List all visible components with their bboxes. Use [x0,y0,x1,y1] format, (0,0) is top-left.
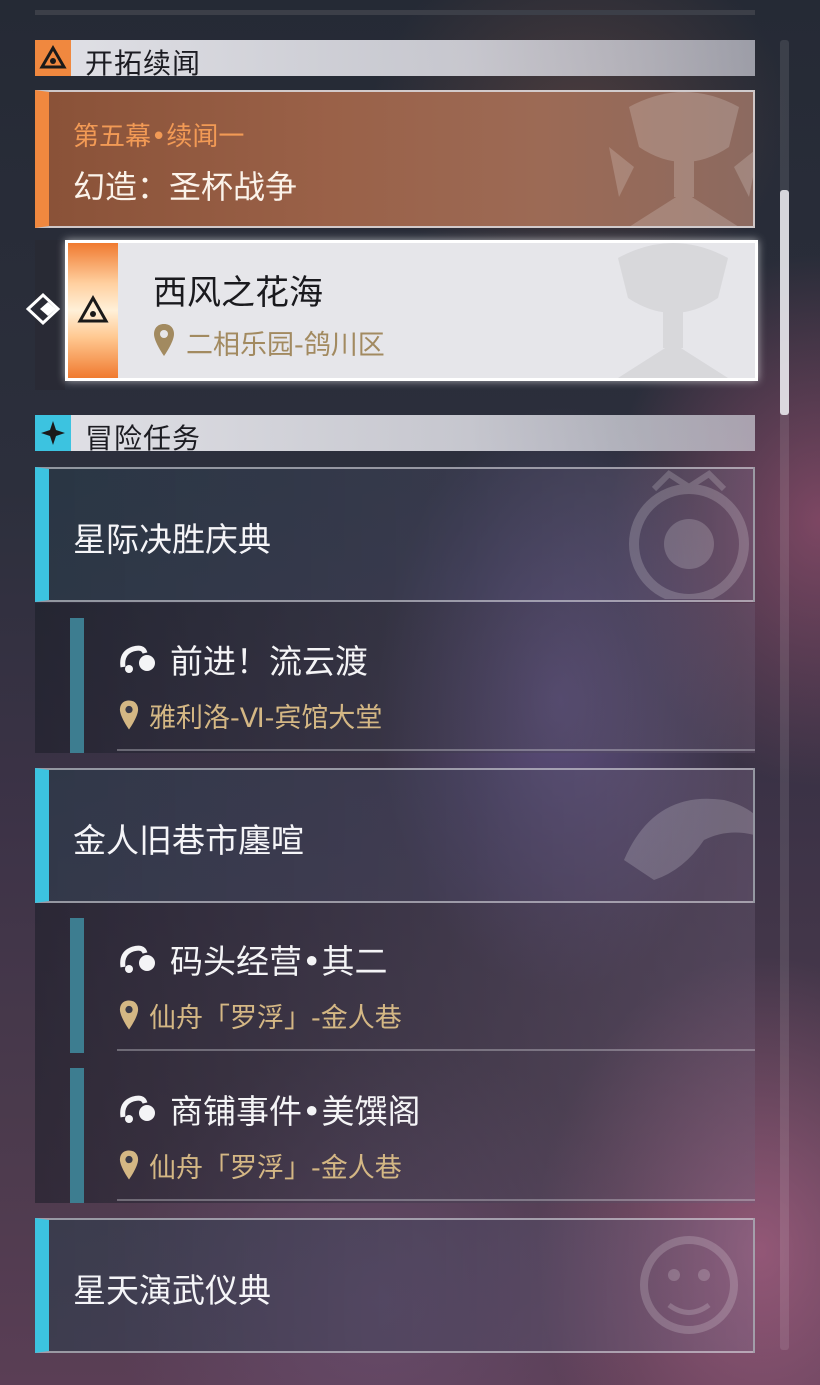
quest-sub-item[interactable]: 商铺事件•美馔阁 仙舟「罗浮」-金人巷 [35,1053,755,1203]
quest-sub-item[interactable]: 前进！流云渡 雅利洛-Ⅵ-宾馆大堂 [35,603,755,753]
chapter-label: 第五幕•续闻一 [73,122,245,152]
quest-title: 码头经营•其二 [170,942,388,981]
location-pin-icon [119,700,139,730]
scrollbar-thumb[interactable] [780,190,789,415]
location-pin-icon [119,1000,139,1030]
medallion-emblem-icon [629,470,749,599]
divider [117,749,755,751]
grail-emblem-icon [609,92,753,226]
quest-location: 仙舟「罗浮」-金人巷 [149,1003,402,1034]
adventure-quest-icon [120,945,155,973]
section-title: 冒险任务 [85,422,202,455]
creature-emblem-icon [640,1236,738,1334]
quest-title: 商铺事件•美馔阁 [170,1092,421,1131]
section-header-adventure: 冒险任务 [35,415,755,455]
quest-location: 仙舟「罗浮」-金人巷 [149,1153,402,1184]
quest-location: 雅利洛-Ⅵ-宾馆大堂 [149,703,383,734]
adventure-quest-icon [120,1095,155,1123]
trailblaze-chapter-card[interactable]: 第五幕•续闻一 幻造：圣杯战争 [35,90,755,228]
sub-item-bar [70,1068,84,1203]
sub-item-bar [70,918,84,1053]
sub-item-bar [70,618,84,753]
adventure-quest-icon [120,645,155,673]
section-title: 开拓续闻 [85,47,202,80]
quest-group-header[interactable]: 星际决胜庆典 [35,467,755,602]
active-quest-card[interactable]: 西风之花海 二相乐园-鸽川区 [65,240,758,381]
active-quest-location: 二相乐园-鸽川区 [186,330,385,361]
chapter-title: 幻造：圣杯战争 [73,168,298,206]
trailblaze-icon [35,40,71,76]
grail-emblem-icon [618,243,728,378]
section-header-trailblaze: 开拓续闻 [35,40,755,80]
active-quest-title: 西风之花海 [153,273,323,313]
star-icon [35,415,71,451]
top-divider [35,10,755,15]
trailblaze-icon [77,294,109,323]
quest-group-title: 金人旧巷市廛喧 [73,821,304,860]
quest-sub-item[interactable]: 码头经营•其二 仙舟「罗浮」-金人巷 [35,903,755,1053]
location-pin-icon [154,324,174,356]
quest-group-header[interactable]: 金人旧巷市廛喧 [35,768,755,903]
quest-group-title: 星际决胜庆典 [73,520,271,559]
selection-pointer-icon [26,292,61,326]
bird-emblem-icon [624,798,753,880]
divider [117,1049,755,1051]
quest-thumbnail [68,243,118,378]
divider [117,1199,755,1201]
quest-group-header[interactable]: 星天演武仪典 [35,1218,755,1353]
location-pin-icon [119,1150,139,1180]
quest-group-title: 星天演武仪典 [73,1271,271,1310]
quest-title: 前进！流云渡 [170,642,368,681]
